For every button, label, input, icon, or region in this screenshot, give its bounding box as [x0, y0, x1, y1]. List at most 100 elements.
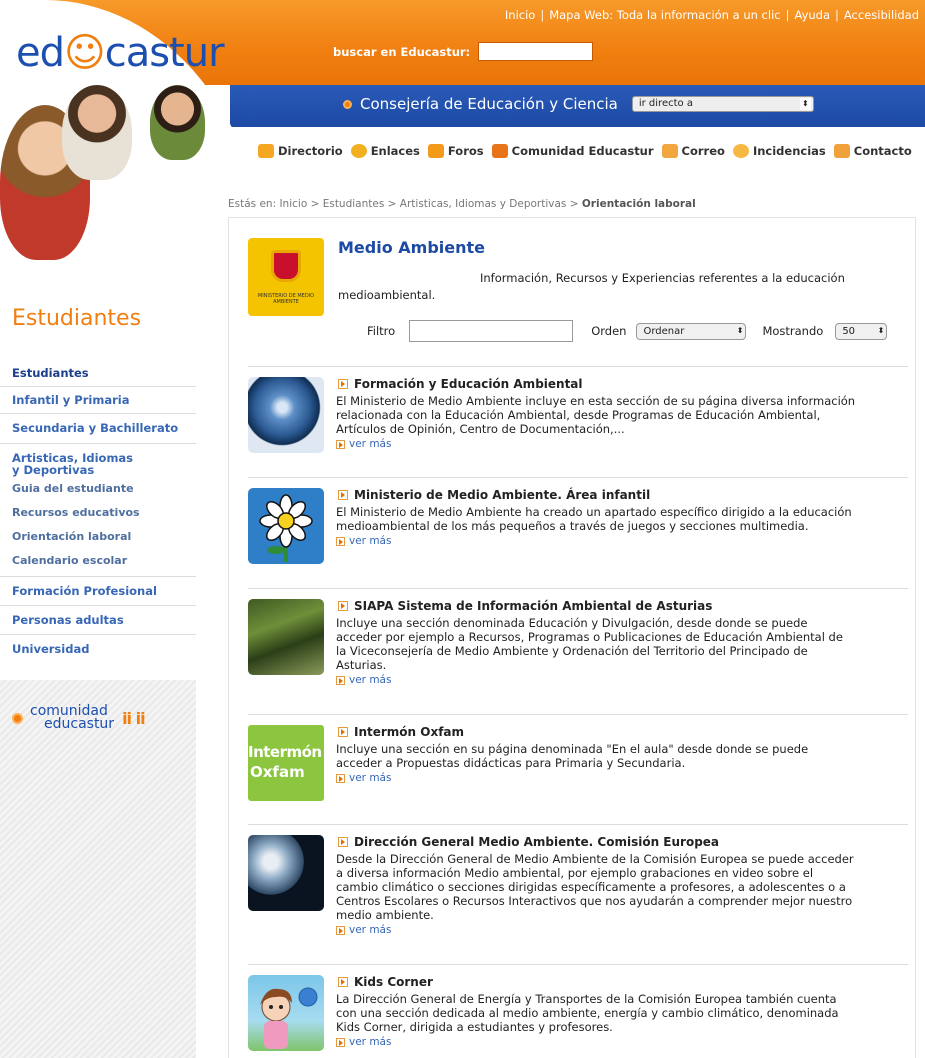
sidebar-item-infantil[interactable]: Infantil y Primaria — [0, 387, 196, 413]
resource-title[interactable]: Intermón Oxfam — [338, 725, 464, 739]
showing-select[interactable]: 50 ⬍ — [835, 322, 888, 340]
arrow-right-icon — [338, 490, 348, 500]
nav-incidencias[interactable]: Incidencias — [732, 144, 826, 158]
divider — [248, 824, 908, 825]
intermon-oxfam-logo[interactable]: Intermón Oxfam — [248, 725, 324, 801]
resource-title-text: Dirección General Medio Ambiente. Comisi… — [354, 835, 720, 849]
intermon-logo-line-2: Oxfam — [250, 763, 305, 781]
resource-title-text: Kids Corner — [354, 975, 433, 989]
earth-image[interactable] — [248, 377, 324, 453]
resource-title-text: SIAPA Sistema de Información Ambiental d… — [354, 599, 713, 613]
resource-desc-text: La Dirección General de Energía y Transp… — [336, 992, 839, 1034]
intermon-logo-line-1: Intermón — [248, 743, 322, 761]
nav-label: Comunidad Educastur — [511, 144, 654, 158]
ver-mas-link[interactable]: ver más — [336, 437, 856, 451]
nav-directorio[interactable]: Directorio — [258, 144, 343, 158]
filter-bar: Filtro Orden Ordenar ⬍ Mostrando 50 ⬍ — [367, 320, 888, 342]
educastur-logo[interactable]: ed☺castur — [16, 30, 225, 76]
arrow-right-icon — [338, 601, 348, 611]
ver-mas-link[interactable]: ver más — [336, 1035, 856, 1049]
nav-foros[interactable]: Foros — [427, 144, 484, 158]
search-input[interactable] — [478, 42, 594, 61]
consejeria-title[interactable]: Consejería de Educación y Ciencia — [360, 95, 618, 113]
resource-desc-text: El Ministerio de Medio Ambiente incluye … — [336, 394, 856, 436]
ver-mas-label: ver más — [349, 438, 392, 450]
select-arrows-icon: ⬍ — [736, 325, 744, 335]
kids-cartoon-image[interactable] — [248, 975, 324, 1051]
link-inicio[interactable]: Inicio — [505, 8, 535, 22]
breadcrumb-path[interactable]: Estás en: Inicio > Estudiantes > Artisti… — [228, 198, 582, 210]
resource-title[interactable]: Dirección General Medio Ambiente. Comisi… — [338, 835, 719, 849]
incidents-icon — [732, 144, 749, 158]
resource-description: Incluye una sección en su página denomin… — [336, 742, 856, 785]
ver-mas-link[interactable]: ver más — [336, 673, 856, 687]
resource-desc-text: Desde la Dirección General de Medio Ambi… — [336, 852, 854, 922]
consejeria-bar: Consejería de Educación y Ciencia ir dir… — [343, 95, 814, 113]
community-icon — [491, 144, 508, 158]
resource-title[interactable]: Formación y Educación Ambiental — [338, 377, 583, 391]
link-ayuda[interactable]: Ayuda — [794, 8, 830, 22]
daisy-flower-icon — [259, 494, 313, 562]
resource-title[interactable]: Kids Corner — [338, 975, 433, 989]
ver-mas-label: ver más — [349, 924, 392, 936]
comunidad-educastur-banner[interactable]: comunidad educastur ii ii — [12, 704, 146, 731]
ver-mas-link[interactable]: ver más — [336, 923, 856, 937]
sidebar-item-fp[interactable]: Formación Profesional — [0, 577, 196, 605]
order-select-value: Ordenar — [643, 325, 685, 337]
order-label: Orden — [591, 324, 627, 338]
link-mapa-web[interactable]: Mapa Web: Toda la información a un clic — [549, 8, 780, 22]
filter-input[interactable] — [409, 320, 574, 342]
logo-prefix: ed — [16, 30, 65, 76]
logo-smile-icon: ☺ — [64, 30, 106, 76]
link-accesibilidad[interactable]: Accesibilidad — [844, 8, 919, 22]
bullet-icon — [12, 712, 23, 724]
ver-mas-link[interactable]: ver más — [336, 534, 856, 548]
divider — [248, 366, 908, 367]
showing-label: Mostrando — [762, 324, 824, 338]
nav-comunidad[interactable]: Comunidad Educastur — [491, 144, 654, 158]
page-title: Medio Ambiente — [338, 238, 486, 257]
sidebar-subitem-calendario[interactable]: Calendario escolar — [0, 551, 196, 576]
links-icon — [350, 144, 367, 158]
sidebar-item-secundaria[interactable]: Secundaria y Bachillerato — [0, 414, 196, 443]
direct-access-select[interactable]: ir directo a ⬍ — [631, 96, 814, 112]
resource-item: Ministerio de Medio Ambiente. Área infan… — [248, 488, 908, 583]
nav-contacto[interactable]: Contacto — [833, 144, 912, 158]
section-title: Estudiantes — [12, 306, 142, 331]
nav-label: Contacto — [853, 144, 912, 158]
order-select[interactable]: Ordenar ⬍ — [636, 322, 747, 340]
mail-icon — [661, 144, 678, 158]
directory-icon — [258, 144, 274, 158]
resource-title[interactable]: SIAPA Sistema de Información Ambiental d… — [338, 599, 712, 613]
planet-image[interactable] — [248, 835, 324, 911]
sidebar-subitem-guia[interactable]: Guia del estudiante — [0, 478, 196, 503]
ver-mas-label: ver más — [349, 674, 392, 686]
nav-correo[interactable]: Correo — [661, 144, 725, 158]
arrow-right-icon — [336, 536, 345, 546]
community-people-icon: ii ii — [122, 708, 145, 728]
sidebar-subitem-recursos[interactable]: Recursos educativos — [0, 503, 196, 527]
arrow-right-icon — [336, 439, 345, 449]
top-links: Inicio | Mapa Web: Toda la información a u… — [505, 8, 919, 22]
sidebar-item-artisticas[interactable]: Artisticas, Idiomas y Deportivas — [0, 444, 150, 478]
nav-label: Foros — [447, 144, 484, 158]
ver-mas-link[interactable]: ver más — [336, 771, 856, 785]
sidebar-subitem-orientacion[interactable]: Orientación laboral — [0, 527, 196, 551]
resource-description: La Dirección General de Energía y Transp… — [336, 992, 856, 1049]
resource-item: Formación y Educación Ambiental El Minis… — [248, 377, 908, 472]
arrow-right-icon — [336, 675, 345, 685]
forest-image[interactable] — [248, 599, 324, 675]
sidebar-item-estudiantes[interactable]: Estudiantes — [0, 364, 196, 386]
student-boy-2-image — [150, 85, 205, 160]
sidebar-item-universidad[interactable]: Universidad — [0, 635, 196, 663]
daisy-image[interactable] — [248, 488, 324, 564]
resource-desc-text: Incluye una sección denominada Educación… — [336, 616, 843, 672]
resource-title-text: Formación y Educación Ambiental — [354, 377, 583, 391]
sidebar-item-adultas[interactable]: Personas adultas — [0, 606, 196, 634]
logo-suffix: castur — [104, 30, 225, 76]
arrow-right-icon — [336, 925, 345, 935]
nav-enlaces[interactable]: Enlaces — [350, 144, 420, 158]
resource-title-text: Ministerio de Medio Ambiente. Área infan… — [354, 488, 651, 502]
separator: | — [540, 8, 545, 22]
resource-title[interactable]: Ministerio de Medio Ambiente. Área infan… — [338, 488, 650, 502]
